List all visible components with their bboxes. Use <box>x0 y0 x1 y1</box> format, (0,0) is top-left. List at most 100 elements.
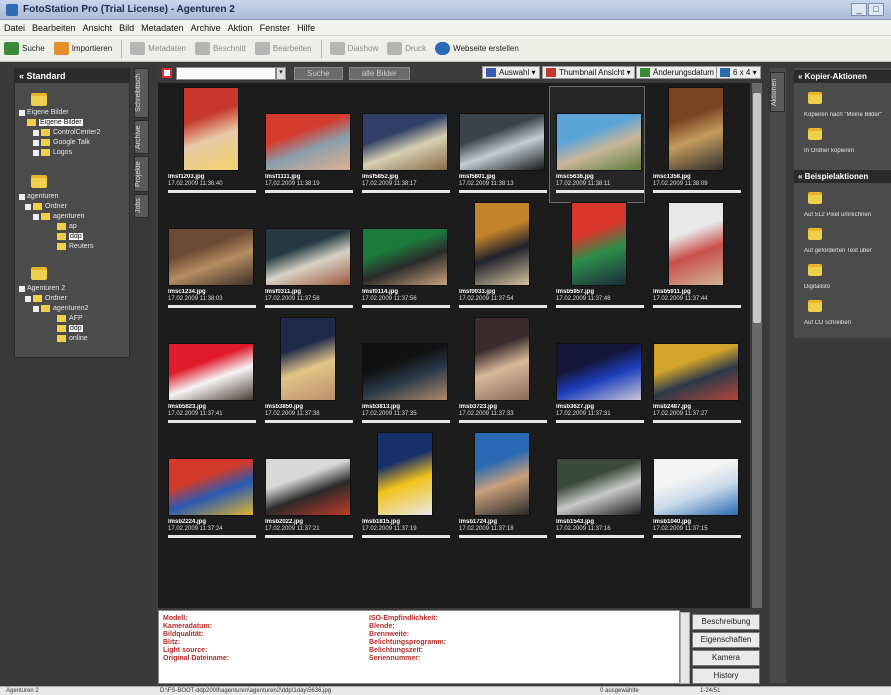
menu-hilfe[interactable]: Hilfe <box>297 23 315 33</box>
menu-aktion[interactable]: Aktion <box>228 23 253 33</box>
tab-aktionen[interactable]: Aktionen <box>770 72 785 112</box>
metadata-button[interactable]: Metadaten <box>130 42 186 55</box>
tree-item[interactable]: ControlCenter2 <box>33 129 100 136</box>
thumbnail-cell[interactable]: lmsb1543.jpg 17.02.2009 11:37:16 <box>550 432 644 547</box>
thumbnail-cell[interactable]: lmsb1724.jpg 17.02.2009 11:37:18 <box>453 432 547 547</box>
action-item[interactable]: Digitalisto <box>804 284 891 290</box>
thumbnail-image[interactable] <box>377 432 433 516</box>
minimize-button[interactable]: _ <box>851 3 867 16</box>
thumbnail-image[interactable] <box>556 113 642 171</box>
search-input[interactable] <box>176 66 276 80</box>
description-button[interactable]: Beschreibung <box>692 614 760 630</box>
thumbnail-image[interactable] <box>474 432 530 516</box>
camera-button[interactable]: Kamera <box>692 650 760 666</box>
action-item[interactable]: Auf CD schreiben <box>804 320 891 326</box>
tree-item[interactable]: Logos <box>33 149 72 156</box>
action-item[interactable]: Auf geforderten Text über <box>804 248 891 254</box>
thumbnail-image[interactable] <box>668 202 724 286</box>
info-scrollbar[interactable] <box>680 612 690 684</box>
tree-item[interactable]: Google Talk <box>33 139 90 146</box>
tree-item[interactable]: ddp <box>57 233 83 240</box>
search-dropdown[interactable]: ▾ <box>276 66 286 80</box>
menu-fenster[interactable]: Fenster <box>260 23 291 33</box>
sort-dropdown[interactable]: Änderungsdatum ▾ <box>636 66 725 79</box>
thumbnail-image[interactable] <box>556 343 642 401</box>
thumbnail-image[interactable] <box>556 458 642 516</box>
thumbnail-cell[interactable]: lmsb5911.jpg 17.02.2009 11:37:44 <box>647 202 741 317</box>
copy-actions-header[interactable]: « Kopier-Aktionen <box>794 70 891 83</box>
print-button[interactable]: Druck <box>387 42 426 55</box>
menu-datei[interactable]: Datei <box>4 23 25 33</box>
thumbnail-image[interactable] <box>265 458 351 516</box>
thumbnail-cell[interactable]: lmsb3850.jpg 17.02.2009 11:37:38 <box>259 317 353 432</box>
thumbnail-image[interactable] <box>362 228 448 286</box>
thumbnail-cell[interactable]: lmsb5823.jpg 17.02.2009 11:37:41 <box>162 317 256 432</box>
action-item[interactable]: Auf 512 Pixel umrechnen <box>804 212 891 218</box>
search-submit-button[interactable]: Suche <box>294 66 343 80</box>
thumbnail-image[interactable] <box>571 202 627 286</box>
tree-item[interactable]: online <box>57 335 88 342</box>
thumbnail-image[interactable] <box>653 458 739 516</box>
menu-bild[interactable]: Bild <box>119 23 134 33</box>
thumbnail-cell[interactable]: lmsc1234.jpg 17.02.2009 11:38:03 <box>162 202 256 317</box>
thumbnail-image[interactable] <box>668 87 724 171</box>
menu-archive[interactable]: Archive <box>191 23 221 33</box>
thumbnail-cell[interactable]: lmsf0033.jpg 17.02.2009 11:37:54 <box>453 202 547 317</box>
tab-archive[interactable]: Archive <box>134 120 149 154</box>
example-actions-header[interactable]: « Beispielaktionen <box>794 170 891 183</box>
slideshow-button[interactable]: Diashow <box>329 42 378 55</box>
tree-item[interactable]: agenturen <box>33 213 85 220</box>
thumbnail-cell[interactable]: lmsb3627.jpg 17.02.2009 11:37:31 <box>550 317 644 432</box>
thumbnail-cell[interactable]: lmsf1111.jpg 17.02.2009 11:38:19 <box>259 87 353 202</box>
thumbnail-image[interactable] <box>183 87 239 171</box>
thumbnail-image[interactable] <box>459 113 545 171</box>
action-item[interactable]: Kopieren nach "Meine Bilder" <box>804 112 891 118</box>
tree-item[interactable]: agenturen2 <box>33 305 88 312</box>
thumbnail-cell[interactable]: lmsf1203.jpg 17.02.2009 11:36:40 <box>162 87 256 202</box>
edit-button[interactable]: Bearbeiten <box>254 42 312 55</box>
filter-checkbox[interactable] <box>162 68 172 78</box>
thumbnail-cell[interactable]: lmsb2224.jpg 17.02.2009 11:37:24 <box>162 432 256 547</box>
thumbnail-image[interactable] <box>168 458 254 516</box>
tree-item[interactable]: Eigene Bilder <box>27 119 83 126</box>
thumbnail-image[interactable] <box>265 113 351 171</box>
properties-button[interactable]: Eigenschaften <box>692 632 760 648</box>
thumbnail-image[interactable] <box>362 113 448 171</box>
menu-ansicht[interactable]: Ansicht <box>83 23 113 33</box>
thumbnail-cell[interactable]: lmsf5801.jpg 17.02.2009 11:38:13 <box>453 87 547 202</box>
all-images-button[interactable]: alle Bilder <box>348 66 410 80</box>
action-item[interactable]: In Ordner kopieren <box>804 148 891 154</box>
thumbnail-image[interactable] <box>280 317 336 401</box>
search-button[interactable]: Suche <box>4 42 45 55</box>
thumbnail-cell[interactable]: lmsb5957.jpg 17.02.2009 11:37:48 <box>550 202 644 317</box>
selection-dropdown[interactable]: Auswahl ▾ <box>482 66 540 79</box>
scrollbar-thumb[interactable] <box>753 93 761 323</box>
import-button[interactable]: Importieren <box>53 42 112 55</box>
tree-item[interactable]: Agenturen 2 <box>19 285 65 292</box>
thumbnail-cell[interactable]: lmsc5636.jpg 17.02.2009 11:38:11 <box>549 86 645 203</box>
thumbnail-cell[interactable]: lmsb3813.jpg 17.02.2009 11:37:35 <box>356 317 450 432</box>
tab-schreibtisch[interactable]: Schreibtisch <box>134 68 149 118</box>
website-button[interactable]: Webseite erstellen <box>435 42 519 55</box>
thumbnail-image[interactable] <box>362 343 448 401</box>
tab-projekte[interactable]: Projekte <box>134 156 149 192</box>
thumbnail-cell[interactable]: lmsb3723.jpg 17.02.2009 11:37:33 <box>453 317 547 432</box>
tree-item[interactable]: ap <box>57 223 77 230</box>
menu-bearbeiten[interactable]: Bearbeiten <box>32 23 76 33</box>
thumbnail-image[interactable] <box>474 317 530 401</box>
view-dropdown[interactable]: Thumbnail Ansicht ▾ <box>542 66 635 79</box>
grid-size-dropdown[interactable]: 6 x 4 ▾ <box>716 66 761 79</box>
tree-item[interactable]: agenturen <box>19 193 59 200</box>
thumbnail-cell[interactable]: lmsb1040.jpg 17.02.2009 11:37:15 <box>647 432 741 547</box>
tree-item[interactable]: Ordner <box>25 295 67 302</box>
tree-item[interactable]: Eigene Bilder <box>19 109 69 116</box>
tab-jobs[interactable]: Jobs <box>134 194 149 218</box>
thumbnail-cell[interactable]: lmsf5852.jpg 17.02.2009 11:38:17 <box>356 87 450 202</box>
tree-item[interactable]: AFP <box>57 315 83 322</box>
thumbnail-image[interactable] <box>474 202 530 286</box>
thumbnail-image[interactable] <box>168 343 254 401</box>
thumbnail-cell[interactable]: lmsf0311.jpg 17.02.2009 11:37:58 <box>259 202 353 317</box>
tree-item[interactable]: Reuters <box>57 243 94 250</box>
grid-scrollbar[interactable] <box>752 83 762 608</box>
thumbnail-cell[interactable]: lmsb1815.jpg 17.02.2009 11:37:19 <box>356 432 450 547</box>
